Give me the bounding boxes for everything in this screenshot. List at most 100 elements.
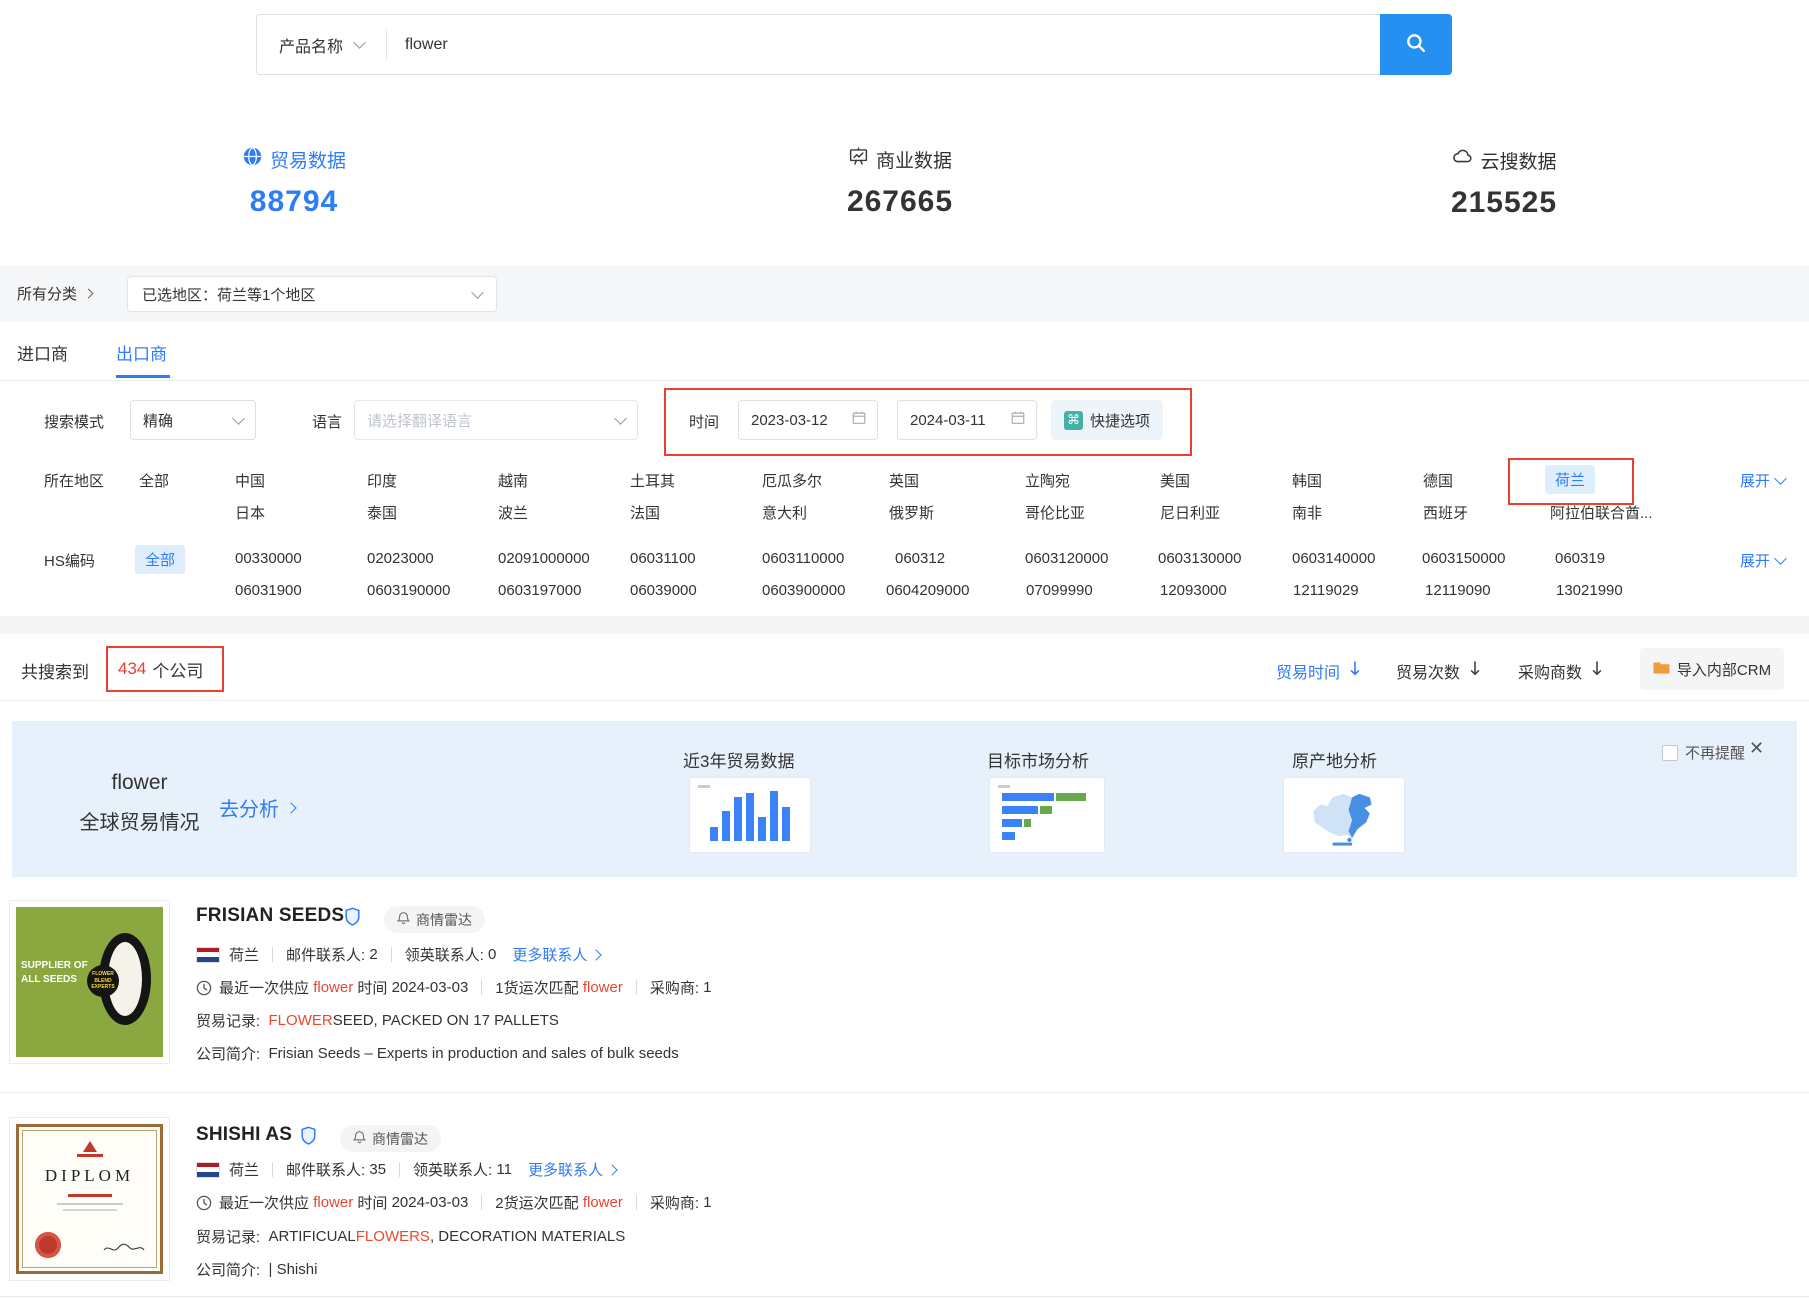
hs-code-item[interactable]: 06039000: [630, 582, 697, 599]
hs-code-item[interactable]: 12119090: [1425, 582, 1491, 599]
region-item[interactable]: 立陶宛: [1025, 470, 1070, 491]
hs-code-item[interactable]: 06031100: [630, 550, 696, 567]
stat-business-data[interactable]: 商业数据 267665: [810, 146, 990, 219]
quick-options-button[interactable]: ⌘ 快捷选项: [1051, 400, 1163, 440]
sort-buyer-count[interactable]: 采购商数: [1518, 659, 1603, 683]
hs-code-item[interactable]: 02023000: [367, 550, 434, 567]
supply-prefix: 最近一次供应: [219, 1192, 309, 1213]
divider: [481, 1195, 482, 1210]
go-analyze-link[interactable]: 去分析: [219, 793, 295, 822]
hs-code-item[interactable]: 12119029: [1293, 582, 1359, 599]
region-item[interactable]: 南非: [1292, 502, 1322, 523]
company-contact-row: 荷兰 邮件联系人: 35 领英联系人: 11 更多联系人: [196, 1159, 616, 1180]
region-item[interactable]: 英国: [889, 470, 919, 491]
expand-hs-codes-link[interactable]: 展开: [1740, 550, 1785, 571]
stat-trade-data[interactable]: 贸易数据 88794: [204, 146, 384, 219]
more-contacts-link[interactable]: 更多联系人: [528, 1159, 616, 1180]
hs-code-item[interactable]: 0603140000: [1292, 550, 1375, 567]
region-item[interactable]: 意大利: [762, 502, 807, 523]
region-item[interactable]: 印度: [367, 470, 397, 491]
company-supply-row: 最近一次供应 flower 时间 2024-03-03 1货运次匹配 flowe…: [196, 977, 712, 998]
banner-keyword-block: flower 全球贸易情况: [57, 771, 222, 835]
hs-code-item[interactable]: 0604209000: [886, 582, 969, 599]
business-radar-badge[interactable]: 商情雷达: [384, 906, 485, 933]
breadcrumb[interactable]: 所有分类: [17, 283, 92, 304]
trade-data-search-page: 产品名称 贸易数据 88794 商业数据 267665 云搜数据 215525: [0, 0, 1809, 1298]
bell-icon: [353, 1130, 366, 1147]
close-icon[interactable]: ✕: [1749, 738, 1764, 759]
result-count-unit: 个公司: [152, 657, 203, 682]
region-item[interactable]: 德国: [1423, 470, 1453, 491]
language-select[interactable]: 请选择翻译语言: [354, 400, 638, 440]
region-item[interactable]: 韩国: [1292, 470, 1322, 491]
hs-code-item[interactable]: 0603900000: [762, 582, 845, 599]
hs-all[interactable]: 全部: [135, 545, 185, 574]
hs-code-label: HS编码: [44, 550, 95, 571]
region-item[interactable]: 美国: [1160, 470, 1190, 491]
sort-trade-time[interactable]: 贸易时间: [1276, 659, 1361, 683]
region-item[interactable]: 哥伦比亚: [1025, 502, 1085, 523]
search-category-select[interactable]: 产品名称: [257, 33, 386, 57]
command-icon: ⌘: [1064, 411, 1083, 430]
certificate-seal: [35, 1232, 61, 1258]
company-logo[interactable]: DIPLOM: [9, 1117, 170, 1281]
hs-code-item[interactable]: 0603197000: [498, 582, 581, 599]
region-item[interactable]: 波兰: [498, 502, 528, 523]
hs-code-item[interactable]: 06031900: [235, 582, 302, 599]
region-all[interactable]: 全部: [139, 470, 169, 491]
region-item[interactable]: 泰国: [367, 502, 397, 523]
date-from-input[interactable]: 2023-03-12: [738, 400, 878, 440]
stat-cloud-search-data[interactable]: 云搜数据 215525: [1414, 146, 1594, 220]
hs-code-item[interactable]: 12093000: [1160, 582, 1227, 599]
divider: [0, 380, 1809, 381]
sort-label: 采购商数: [1518, 659, 1582, 683]
hs-code-item[interactable]: 0603190000: [367, 582, 450, 599]
company-name[interactable]: FRISIAN SEEDS: [196, 905, 344, 927]
region-item[interactable]: 西班牙: [1423, 502, 1468, 523]
more-contacts-link[interactable]: 更多联系人: [512, 944, 600, 965]
company-logo[interactable]: SUPPLIER OF ALL SEEDS FLOWER BLEND EXPER…: [9, 900, 170, 1064]
company-monitor-icon[interactable]: [300, 1126, 317, 1151]
region-item[interactable]: 中国: [235, 470, 265, 491]
hs-code-item[interactable]: 0603130000: [1158, 550, 1241, 567]
origin-map-thumbnail[interactable]: [1283, 777, 1405, 853]
search-button[interactable]: [1380, 14, 1452, 75]
company-monitor-icon[interactable]: [344, 907, 361, 932]
hs-code-item[interactable]: 02091000000: [498, 550, 590, 567]
region-item[interactable]: 俄罗斯: [889, 502, 934, 523]
tab-importer[interactable]: 进口商: [17, 340, 68, 365]
hs-code-item[interactable]: 0603150000: [1422, 550, 1505, 567]
hs-code-item[interactable]: 060319: [1555, 550, 1605, 567]
hs-code-item[interactable]: 0603120000: [1025, 550, 1108, 567]
hs-code-item[interactable]: 00330000: [235, 550, 302, 567]
divider: [481, 980, 482, 995]
hs-code-item[interactable]: 0603110000: [762, 550, 844, 567]
import-crm-button[interactable]: 导入内部CRM: [1640, 648, 1784, 690]
sort-trade-count[interactable]: 贸易次数: [1396, 659, 1481, 683]
region-item-selected[interactable]: 荷兰: [1545, 465, 1595, 494]
search-mode-select[interactable]: 精确: [130, 400, 256, 440]
region-item[interactable]: 越南: [498, 470, 528, 491]
region-item[interactable]: 日本: [235, 502, 265, 523]
import-crm-label: 导入内部CRM: [1677, 659, 1771, 680]
linkedin-contacts-count: 0: [488, 946, 496, 963]
date-to-input[interactable]: 2024-03-11: [897, 400, 1037, 440]
company-name[interactable]: SHISHI AS: [196, 1124, 292, 1146]
region-item[interactable]: 土耳其: [630, 470, 675, 491]
expand-regions-link[interactable]: 展开: [1740, 470, 1785, 491]
region-item[interactable]: 厄瓜多尔: [762, 470, 822, 491]
hs-code-item[interactable]: 07099990: [1026, 582, 1093, 599]
market-analysis-thumbnail[interactable]: [989, 777, 1105, 853]
search-input[interactable]: [387, 25, 1380, 65]
region-item[interactable]: 尼日利亚: [1160, 502, 1220, 523]
selected-region-dropdown[interactable]: 已选地区：荷兰等1个地区: [127, 276, 497, 312]
business-radar-badge[interactable]: 商情雷达: [340, 1125, 441, 1152]
dismiss-checkbox[interactable]: [1662, 745, 1678, 761]
chevron-right-icon: [606, 1164, 617, 1175]
region-item[interactable]: 法国: [630, 502, 660, 523]
tab-exporter[interactable]: 出口商: [116, 340, 167, 365]
hs-code-item[interactable]: 060312: [895, 550, 945, 567]
hs-code-item[interactable]: 13021990: [1556, 582, 1623, 599]
region-item[interactable]: 阿拉伯联合酋...: [1550, 502, 1653, 523]
trade-bar-chart-thumbnail[interactable]: [689, 777, 811, 853]
